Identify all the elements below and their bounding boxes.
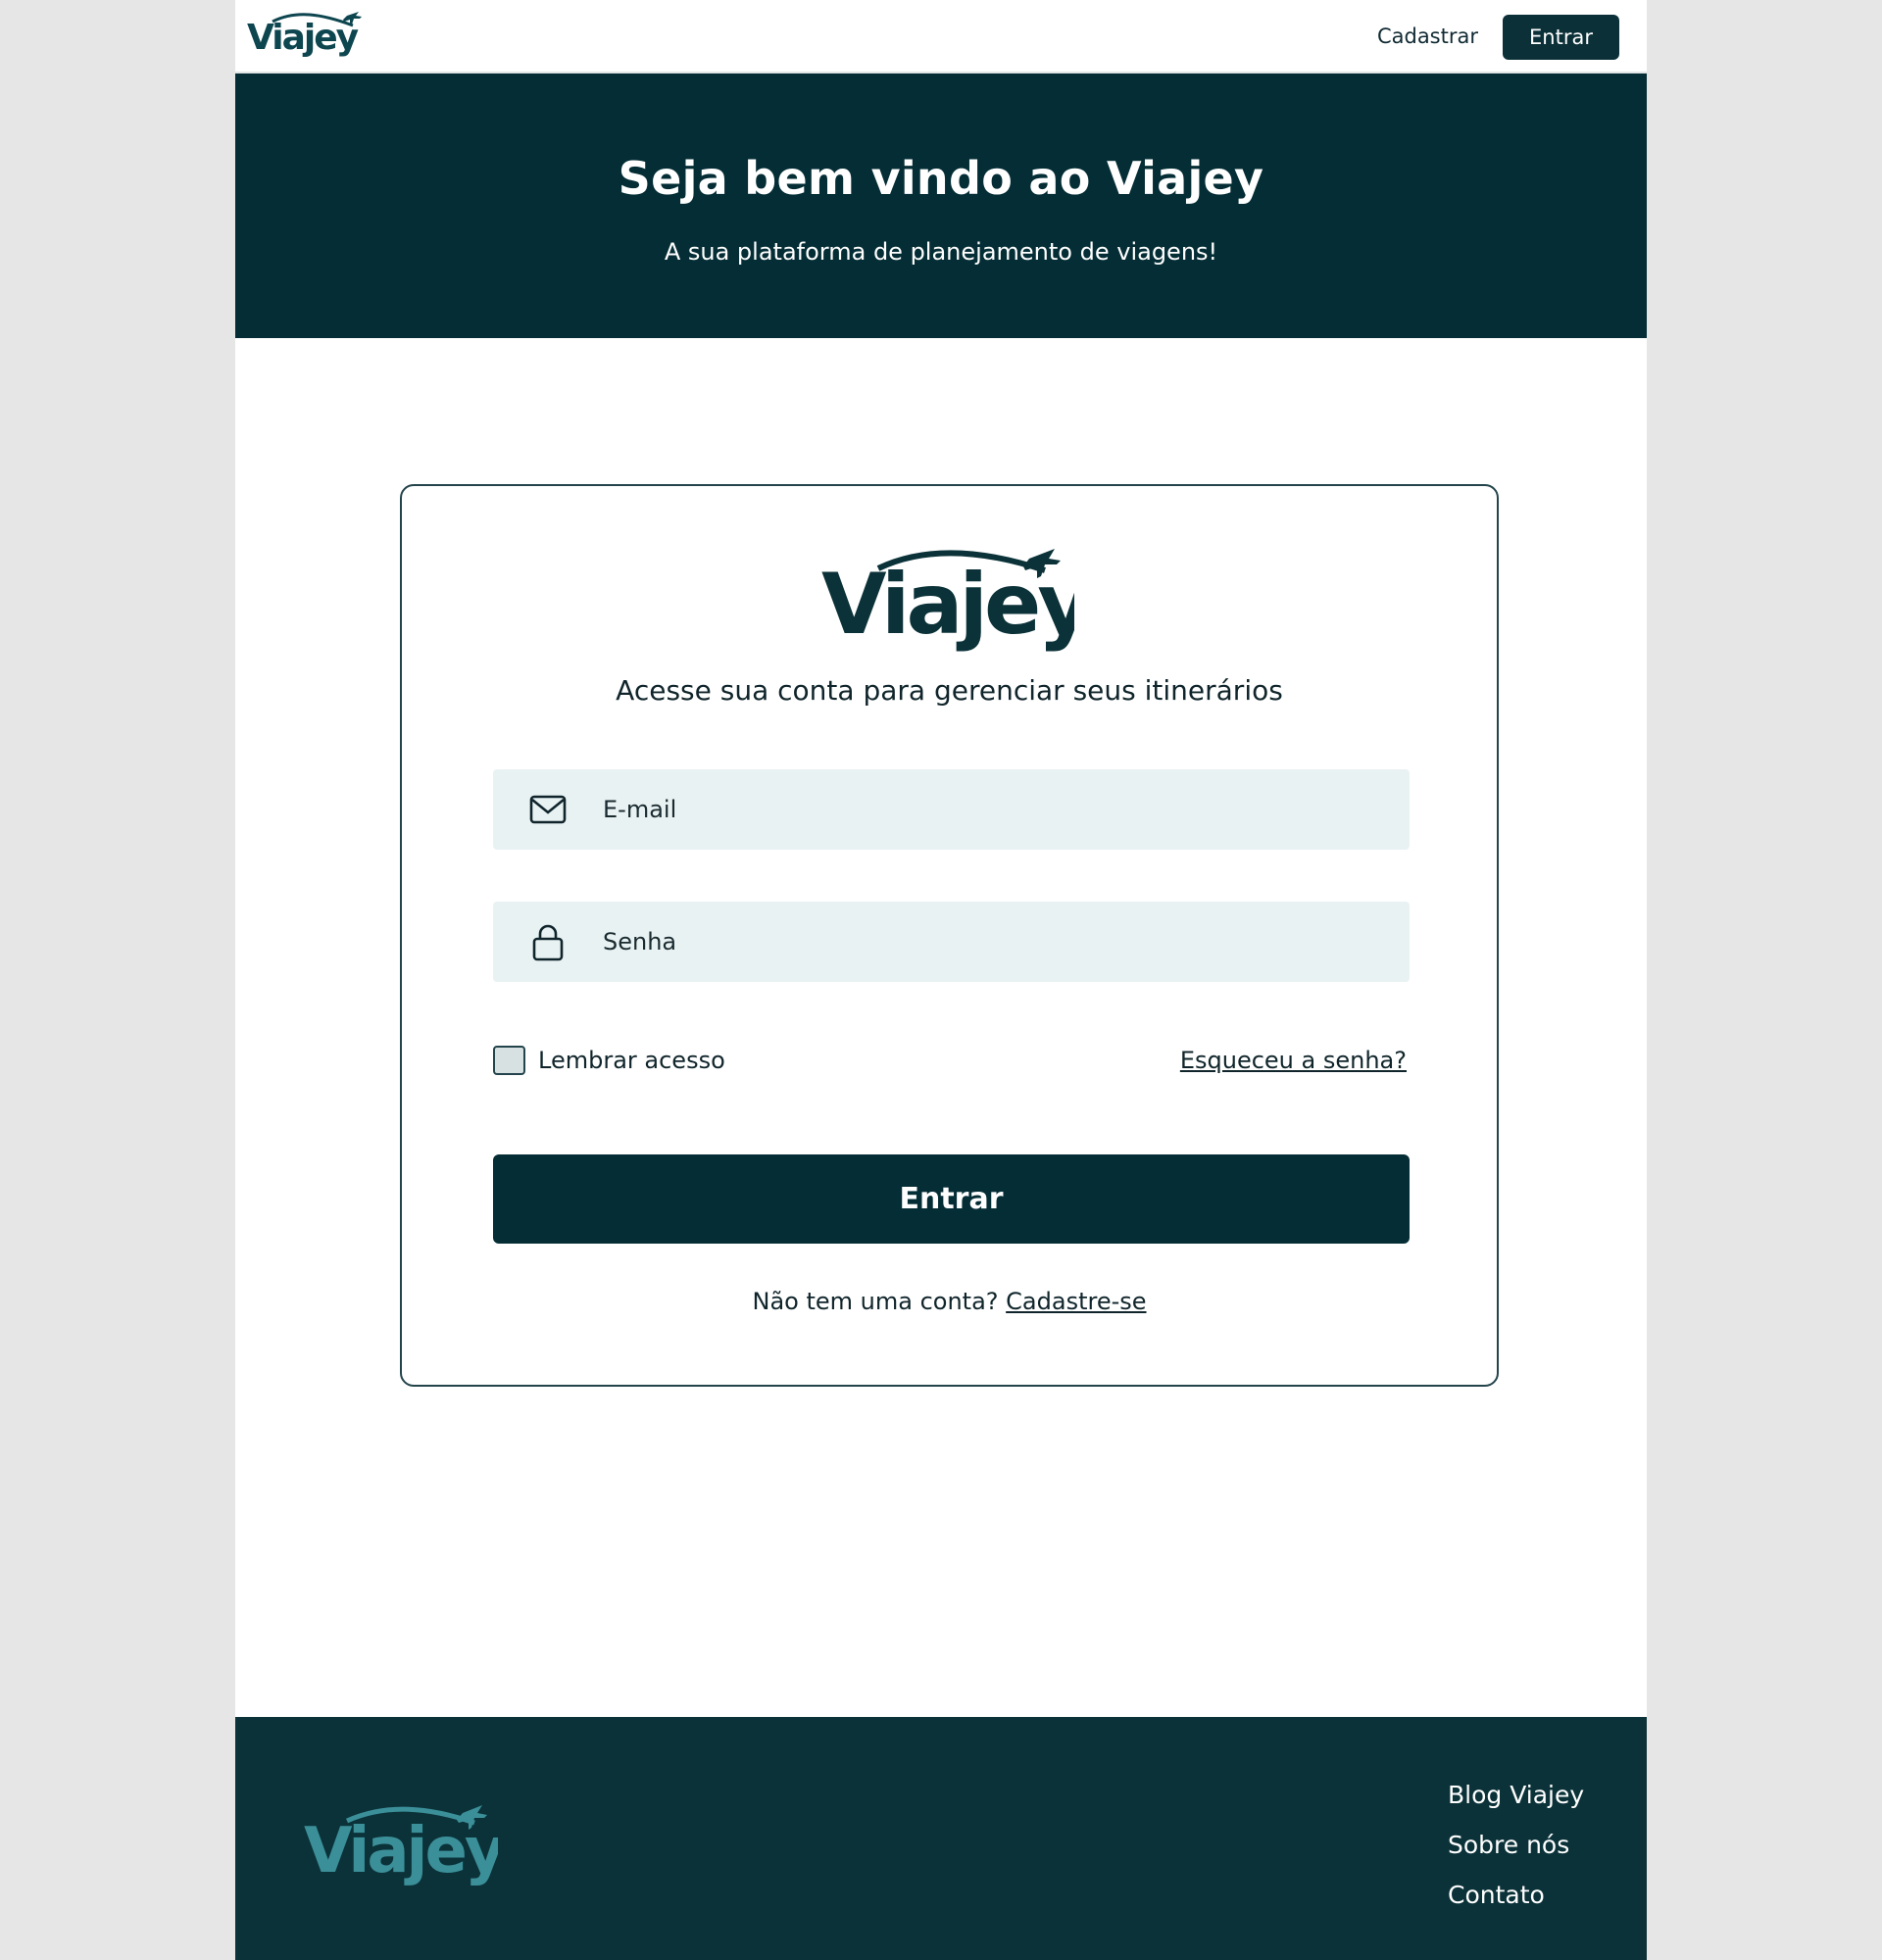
login-tagline: Acesse sua conta para gerenciar seus iti… bbox=[616, 674, 1283, 707]
password-placeholder: Senha bbox=[603, 928, 677, 956]
lock-icon bbox=[532, 924, 564, 961]
card-logo: Viajey bbox=[819, 537, 1095, 659]
footer-link-about[interactable]: Sobre nós bbox=[1448, 1820, 1584, 1870]
email-placeholder: E-mail bbox=[603, 796, 677, 823]
signup-link[interactable]: Cadastre-se bbox=[1006, 1288, 1146, 1315]
signup-prompt: Não tem uma conta? Cadastre-se bbox=[402, 1288, 1497, 1315]
nav-logo[interactable]: Viajey bbox=[245, 6, 367, 67]
login-button[interactable]: Entrar bbox=[1503, 15, 1619, 60]
hero-banner: Seja bem vindo ao Viajey A sua plataform… bbox=[235, 74, 1647, 338]
mail-icon bbox=[529, 795, 567, 824]
signup-prompt-text: Não tem uma conta? bbox=[752, 1288, 999, 1315]
forgot-password-link[interactable]: Esqueceu a senha? bbox=[1180, 1047, 1407, 1074]
footer-link-blog[interactable]: Blog Viajey bbox=[1448, 1770, 1584, 1820]
hero-subtitle: A sua plataforma de planejamento de viag… bbox=[664, 238, 1218, 266]
checkbox-box[interactable] bbox=[493, 1046, 525, 1075]
footer-link-contact[interactable]: Contato bbox=[1448, 1870, 1584, 1920]
page: Viajey Cadastrar Entrar Seja bem vindo a… bbox=[235, 0, 1647, 1960]
hero-title: Seja bem vindo ao Viajey bbox=[618, 152, 1264, 205]
remember-label: Lembrar acesso bbox=[538, 1047, 725, 1074]
password-field[interactable]: Senha bbox=[493, 902, 1410, 982]
submit-login-button[interactable]: Entrar bbox=[493, 1154, 1410, 1244]
login-card: Viajey Acesse sua conta para gerenciar s… bbox=[400, 484, 1499, 1387]
register-link[interactable]: Cadastrar bbox=[1377, 24, 1478, 48]
footer-links: Blog Viajey Sobre nós Contato bbox=[1448, 1770, 1584, 1920]
nav-logo-text: Viajey bbox=[247, 18, 359, 58]
footer: Viajey Blog Viajey Sobre nós Contato bbox=[235, 1717, 1647, 1960]
footer-logo[interactable]: Viajey bbox=[302, 1795, 508, 1897]
email-field[interactable]: E-mail bbox=[493, 769, 1410, 850]
top-nav: Viajey Cadastrar Entrar bbox=[235, 0, 1647, 74]
